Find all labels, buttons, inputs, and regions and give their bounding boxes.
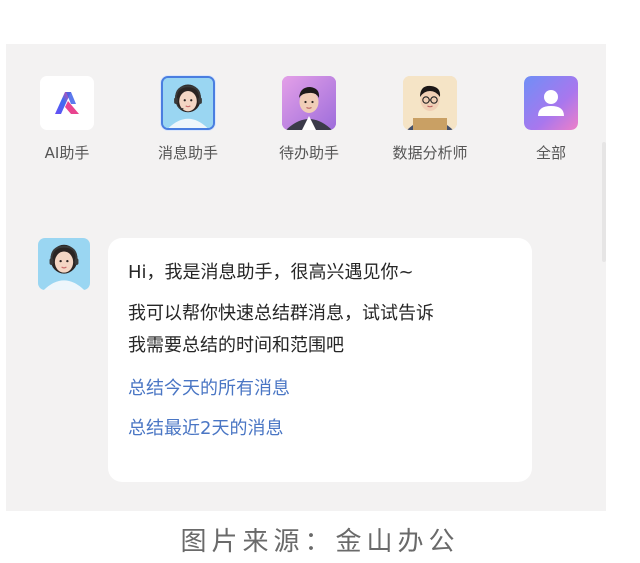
assistant-label: AI助手 xyxy=(44,144,90,162)
message-assistant-avatar xyxy=(161,76,215,130)
all-user-icon xyxy=(524,76,578,130)
greeting-text: Hi，我是消息助手，很高兴遇见你~ xyxy=(128,262,414,283)
suggestion-link-today[interactable]: 总结今天的所有消息 xyxy=(128,376,512,402)
assistant-label: 全部 xyxy=(535,144,566,162)
assistant-chat-panel: AI助手 消息助手 待办助手 数据分析师 全部 Hi，我是消息助手，很高兴遇见你… xyxy=(6,44,606,511)
assistant-switcher: AI助手 消息助手 待办助手 数据分析师 全部 xyxy=(6,76,606,186)
image-source-caption: 图片来源：金山办公 xyxy=(180,527,460,557)
message-body-line: 我可以帮你快速总结群消息，试试告诉 xyxy=(128,303,434,324)
assistant-label: 数据分析师 xyxy=(392,144,468,162)
chat-message-bubble: Hi，我是消息助手，很高兴遇见你~ 我可以帮你快速总结群消息，试试告诉 我需要总… xyxy=(108,238,532,482)
assistant-item-all[interactable]: 全部 xyxy=(496,76,606,163)
todo-assistant-avatar xyxy=(282,76,336,130)
message-assistant-avatar xyxy=(38,238,90,290)
message-body-line: 我需要总结的时间和范围吧 xyxy=(128,335,344,356)
assistant-label: 消息助手 xyxy=(157,144,218,162)
assistant-item-message[interactable]: 消息助手 xyxy=(133,76,243,163)
assistant-item-todo[interactable]: 待办助手 xyxy=(254,76,364,163)
assistant-label: 待办助手 xyxy=(278,144,339,162)
assistant-item-ai[interactable]: AI助手 xyxy=(12,76,122,163)
message-body: 我可以帮你快速总结群消息，试试告诉 我需要总结的时间和范围吧 xyxy=(128,298,512,362)
assistant-item-data-analyst[interactable]: 数据分析师 xyxy=(375,76,485,163)
data-analyst-avatar xyxy=(403,76,457,130)
ai-logo-icon xyxy=(40,76,94,130)
suggestion-link-2days[interactable]: 总结最近2天的消息 xyxy=(128,416,512,442)
